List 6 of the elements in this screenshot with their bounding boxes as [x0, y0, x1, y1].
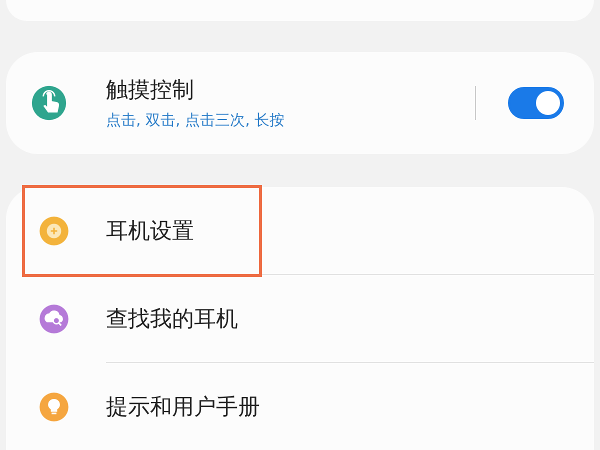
touch-control-title: 触摸控制	[106, 77, 195, 106]
toggle-switch[interactable]	[508, 86, 564, 119]
menu-item[interactable]: 提示和用户手册	[106, 392, 260, 422]
touch-control-subtitle: 点击, 双击, 点击三次, 长按	[106, 111, 286, 130]
menu-item[interactable]: 耳机设置	[106, 216, 194, 246]
menu-item[interactable]: 查找我的耳机	[106, 304, 238, 334]
